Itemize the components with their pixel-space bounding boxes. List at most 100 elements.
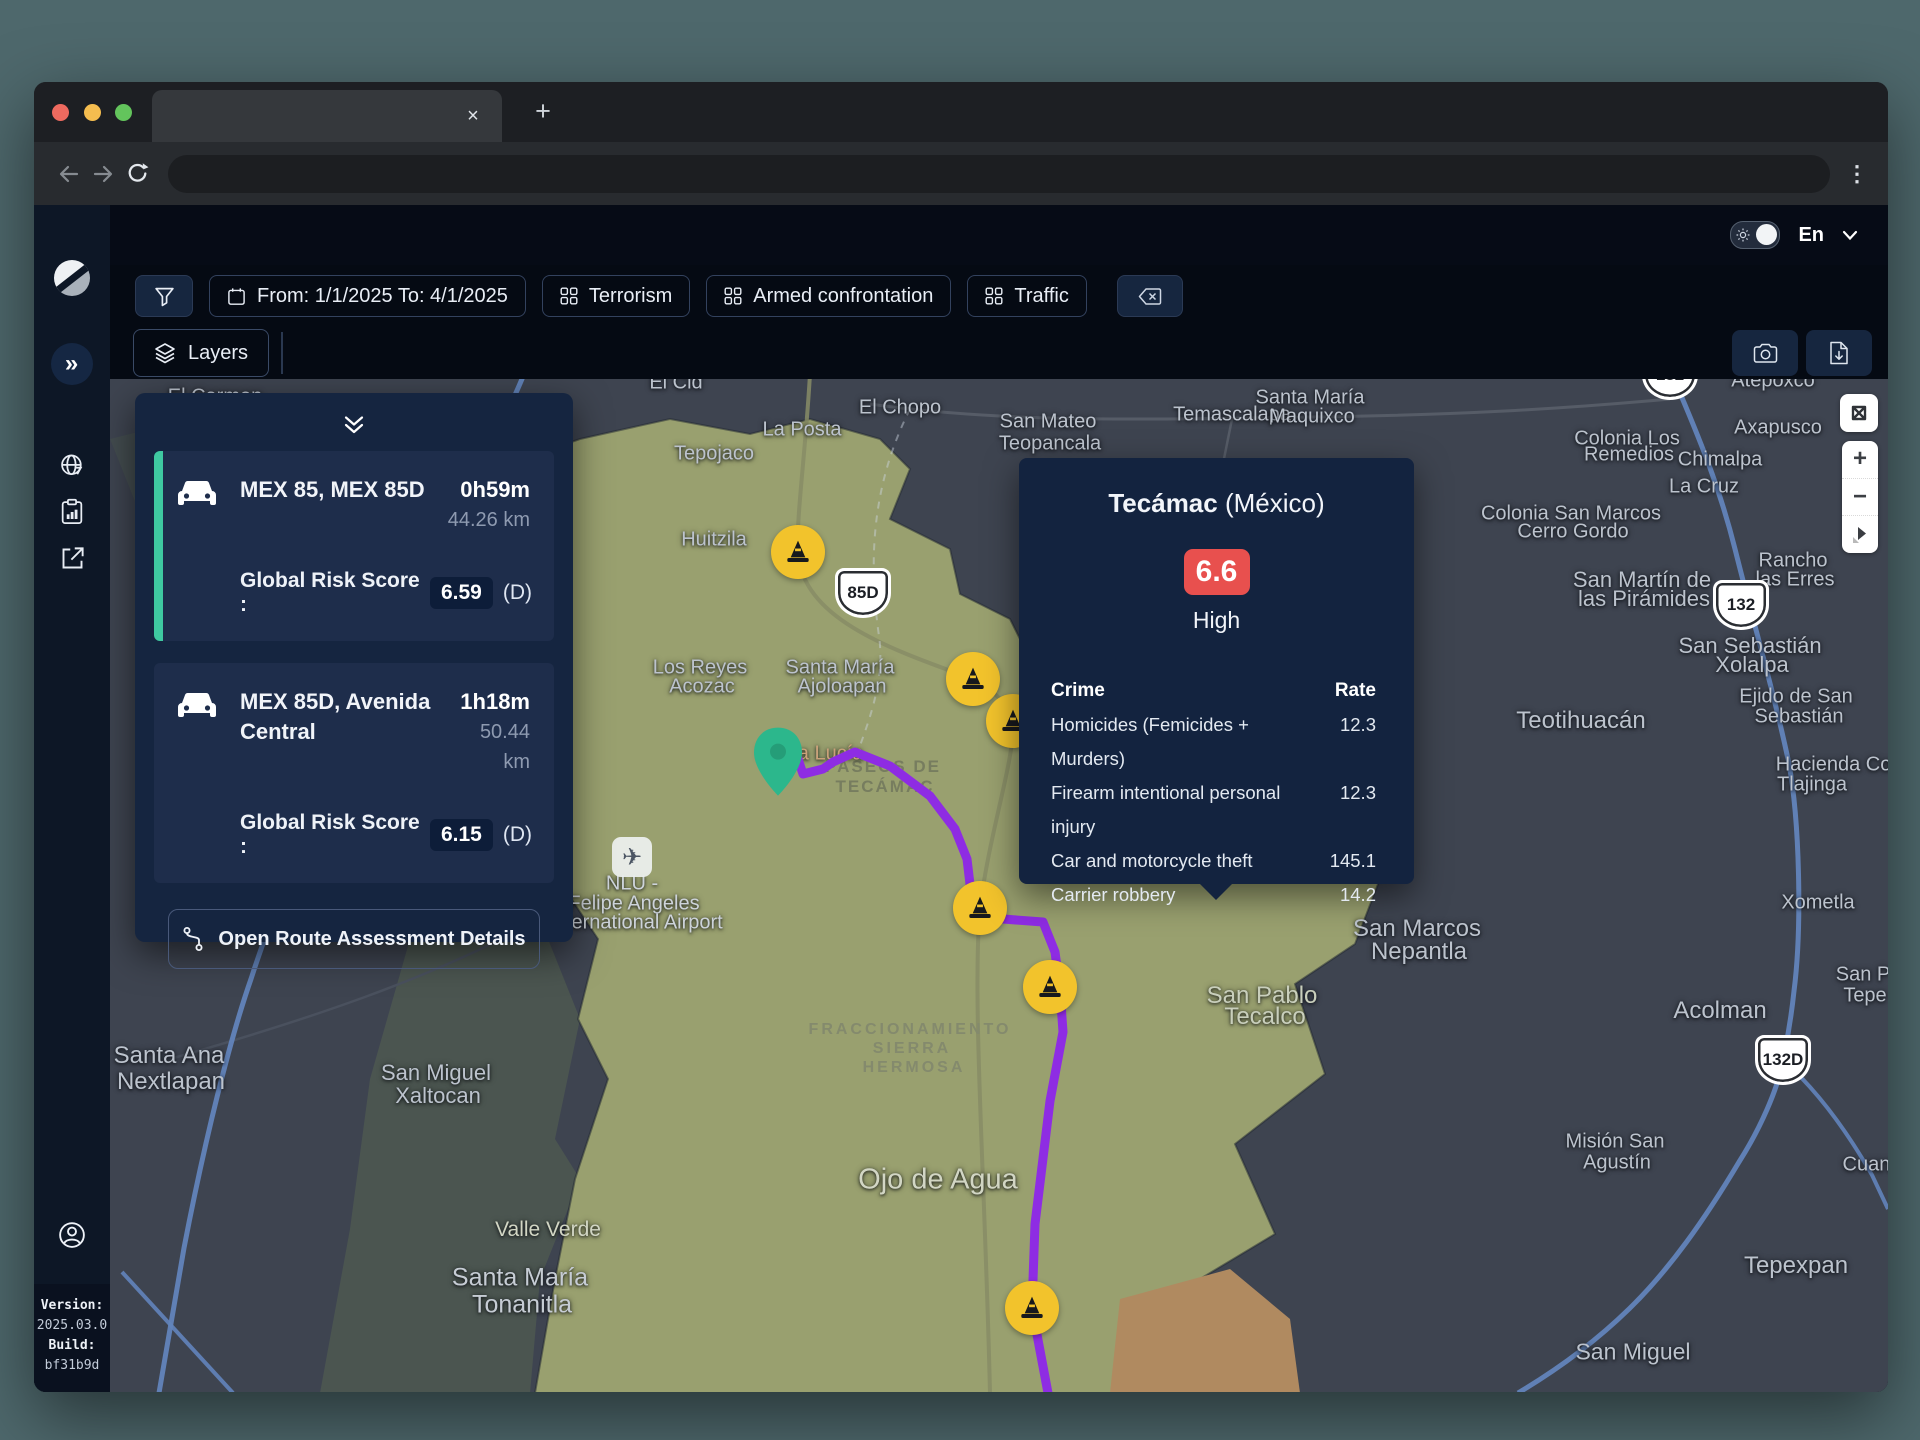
crime-row: Firearm intentional personal injury12.3 [1051, 776, 1382, 844]
route-option-1[interactable]: MEX 85, MEX 85D 0h59m 44.26 km Global Ri… [154, 451, 554, 641]
file-download-icon [1829, 341, 1849, 365]
sidebar: » Version: 2025.03.0 Build: [34, 205, 110, 1392]
risk-level-label: High [1051, 607, 1382, 634]
risk-grade: (D) [503, 581, 532, 605]
traffic-incident-marker[interactable] [953, 881, 1007, 935]
calendar-icon [227, 287, 246, 306]
new-tab-button[interactable]: + [528, 95, 558, 129]
layers-icon [154, 342, 176, 364]
close-window-button[interactable] [52, 104, 69, 121]
browser-tab[interactable]: × [152, 90, 502, 142]
build-label: Build: [49, 1338, 96, 1353]
route-icon [182, 926, 204, 952]
browser-window: × + ⋮ » [34, 82, 1888, 1392]
forward-button[interactable] [86, 157, 120, 191]
app-header: En [110, 205, 1888, 265]
sidebar-expand-button[interactable]: » [51, 343, 93, 385]
crime-row: Homicides (Femicides + Murders)12.3 [1051, 708, 1382, 776]
traffic-incident-marker[interactable] [1005, 1281, 1059, 1335]
location-risk-popup: Tecámac (México) 6.6 High Crime Rate Hom… [1019, 458, 1414, 884]
account-icon[interactable] [57, 1220, 87, 1250]
browser-menu-icon[interactable]: ⋮ [1844, 161, 1870, 187]
chip-traffic[interactable]: Traffic [967, 275, 1086, 317]
category-grid-icon [985, 287, 1003, 305]
category-grid-icon [560, 287, 578, 305]
route-option-2[interactable]: MEX 85D, Avenida Central 1h18m 50.44 km … [154, 663, 554, 883]
theme-toggle[interactable] [1730, 221, 1780, 249]
crime-table: Crime Rate Homicides (Femicides + Murder… [1051, 674, 1382, 912]
category-grid-icon [724, 287, 742, 305]
route-name: MEX 85, MEX 85D [240, 475, 435, 535]
popup-country: (México) [1218, 488, 1325, 518]
traffic-incident-marker[interactable] [771, 525, 825, 579]
clear-filters-button[interactable] [1117, 275, 1183, 317]
chip-label: Traffic [1014, 285, 1068, 308]
build-value: bf31b9d [45, 1358, 100, 1373]
date-range-label: From: 1/1/2025 To: 4/1/2025 [257, 285, 508, 308]
map-toolbar: Layers [110, 327, 1888, 379]
layers-button[interactable]: Layers [133, 329, 269, 377]
route-distance: 44.26 km [435, 505, 530, 535]
crime-table-header: Crime Rate [1051, 674, 1382, 708]
zoom-in-button[interactable]: + [1842, 441, 1878, 479]
car-icon [154, 687, 240, 859]
app-root: » Version: 2025.03.0 Build: [34, 205, 1888, 1392]
double-chevron-down-icon [342, 415, 366, 435]
risk-score-label: Global Risk Score : [240, 569, 420, 617]
browser-titlebar: × + [34, 82, 1888, 142]
popup-title: Tecámac (México) [1051, 488, 1382, 519]
traffic-incident-marker[interactable] [946, 652, 1000, 706]
car-icon [154, 475, 240, 617]
chip-armed-confrontation[interactable]: Armed confrontation [706, 275, 951, 317]
desktop: × + ⋮ » [0, 0, 1920, 1440]
external-link-icon[interactable] [57, 543, 87, 573]
app-logo-icon [54, 260, 90, 296]
open-route-assessment-button[interactable]: Open Route Assessment Details [168, 909, 540, 969]
chip-terrorism[interactable]: Terrorism [542, 275, 690, 317]
minimize-window-button[interactable] [84, 104, 101, 121]
layers-label: Layers [188, 342, 248, 365]
language-selector[interactable]: En [1798, 224, 1824, 247]
funnel-icon [154, 286, 175, 307]
version-label: Version: [41, 1298, 104, 1313]
browser-navbar: ⋮ [34, 142, 1888, 205]
chip-label: Armed confrontation [753, 285, 933, 308]
collapse-panel-button[interactable] [154, 407, 554, 451]
risk-score-value: 6.59 [430, 577, 493, 609]
zoom-out-button[interactable]: − [1842, 479, 1878, 517]
toggle-knob [1756, 224, 1777, 245]
risk-score-label: Global Risk Score : [240, 811, 420, 859]
date-range-chip[interactable]: From: 1/1/2025 To: 4/1/2025 [209, 275, 526, 317]
risk-score-value: 6.15 [430, 819, 493, 851]
origin-pin-icon[interactable] [750, 726, 806, 798]
filter-button[interactable] [135, 275, 193, 317]
back-button[interactable] [52, 157, 86, 191]
filter-toolbar: From: 1/1/2025 To: 4/1/2025 Terrorism Ar… [110, 265, 1888, 327]
route-name: MEX 85D, Avenida Central [240, 687, 435, 777]
report-clipboard-icon[interactable] [57, 497, 87, 527]
map-canvas[interactable]: El CarmenLas PlazasEl CidEl ChopoLa Post… [110, 379, 1888, 1392]
route-distance: 50.44 km [435, 717, 530, 777]
reload-button[interactable] [120, 157, 154, 191]
screenshot-button[interactable] [1732, 330, 1798, 376]
sun-icon [1736, 228, 1750, 242]
tilt-compass-button[interactable] [1842, 516, 1878, 553]
tab-close-icon[interactable]: × [460, 103, 486, 129]
route-duration: 1h18m [435, 687, 530, 717]
fullscreen-button[interactable] [1840, 394, 1878, 432]
address-bar[interactable] [168, 155, 1830, 193]
crime-row: Car and motorcycle theft145.1 [1051, 844, 1382, 878]
globe-network-icon[interactable] [57, 451, 87, 481]
route-panel: MEX 85, MEX 85D 0h59m 44.26 km Global Ri… [135, 393, 573, 942]
version-value: 2025.03.0 [37, 1318, 107, 1333]
risk-grade: (D) [503, 823, 532, 847]
fullscreen-icon [1848, 402, 1870, 424]
camera-icon [1753, 343, 1778, 364]
traffic-incident-marker[interactable] [1023, 960, 1077, 1014]
backspace-icon [1138, 288, 1162, 305]
chevron-down-icon[interactable] [1842, 230, 1858, 241]
maximize-window-button[interactable] [115, 104, 132, 121]
risk-score-badge: 6.6 [1184, 549, 1250, 595]
version-info: Version: 2025.03.0 Build: bf31b9d [34, 1284, 114, 1392]
export-download-button[interactable] [1806, 330, 1872, 376]
